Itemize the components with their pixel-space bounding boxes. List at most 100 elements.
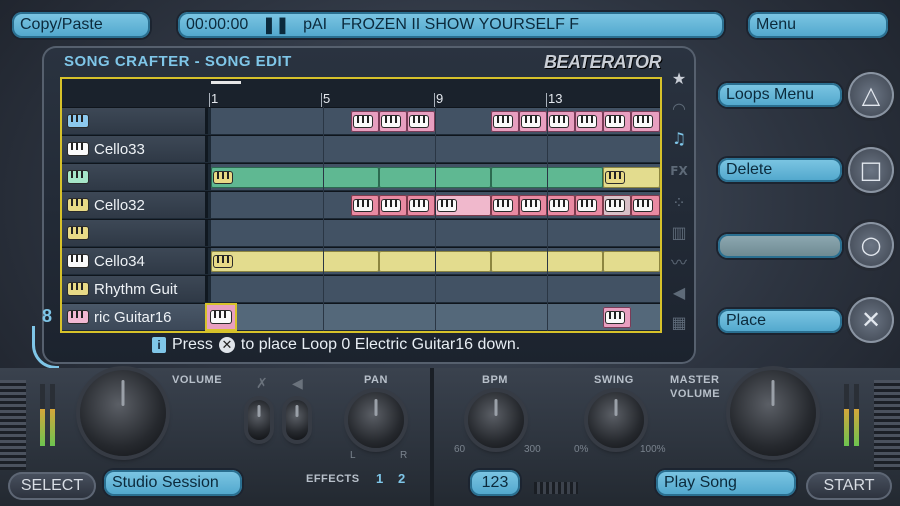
track-label[interactable]: Cello34: [62, 248, 208, 274]
circle-action-button[interactable]: [718, 234, 842, 258]
loop-clip[interactable]: [603, 167, 660, 188]
loop-clip[interactable]: [575, 111, 603, 132]
level-meter: [50, 384, 55, 446]
loop-clip[interactable]: [547, 111, 575, 132]
speaker-icon: ◀: [292, 376, 303, 392]
effect-1[interactable]: 1: [376, 471, 384, 486]
fx-icon[interactable]: FX: [668, 160, 690, 182]
bar-number: 1: [208, 91, 219, 107]
loop-clip[interactable]: [351, 111, 379, 132]
menu-button[interactable]: Menu: [748, 12, 888, 38]
loop-clip[interactable]: [603, 251, 660, 272]
play-song-button[interactable]: Play Song: [656, 470, 796, 496]
loop-clip[interactable]: [407, 195, 435, 216]
place-button[interactable]: Place: [718, 309, 842, 333]
track-label[interactable]: [62, 108, 208, 134]
volume-knob[interactable]: [80, 370, 166, 456]
loop-clip[interactable]: [491, 195, 519, 216]
select-button[interactable]: SELECT: [8, 472, 96, 500]
solo-toggle[interactable]: [286, 400, 308, 440]
track-row[interactable]: [62, 219, 660, 246]
song-name: FROZEN II SHOW YOURSELF F: [341, 16, 580, 33]
track-row[interactable]: [62, 163, 660, 190]
bpm-knob[interactable]: [468, 392, 524, 448]
track-label[interactable]: Rhythm Guit: [62, 276, 208, 302]
loop-clip[interactable]: [519, 195, 547, 216]
track-page-number: 8: [42, 306, 53, 326]
bar-ruler[interactable]: 1 5 9 13: [62, 79, 660, 107]
keyboard-icon: [68, 199, 88, 211]
effect-2[interactable]: 2: [398, 471, 406, 486]
song-grid[interactable]: 1 5 9 13 Cello33 Cello32 Cello34 Rhythm …: [60, 77, 662, 333]
track-row[interactable]: [62, 107, 660, 134]
bar-divider: [435, 107, 436, 331]
loop-clip[interactable]: [211, 167, 379, 188]
track-row[interactable]: Cello32: [62, 191, 660, 218]
loop-clip[interactable]: [631, 195, 660, 216]
loop-clip[interactable]: [603, 195, 631, 216]
start-button[interactable]: START: [806, 472, 892, 500]
loop-clip[interactable]: [547, 195, 575, 216]
waveform-icon[interactable]: 〰: [668, 252, 690, 274]
keyboard-icon: [382, 200, 400, 211]
bar-divider: [547, 107, 548, 331]
delete-button[interactable]: Delete: [718, 158, 842, 182]
loops-menu-button[interactable]: Loops Menu: [718, 83, 842, 107]
keyboard-icon: [68, 143, 88, 155]
loop-clip[interactable]: [351, 195, 379, 216]
pan-left-label: L: [350, 450, 356, 461]
track-row[interactable]: Cello34: [62, 247, 660, 274]
bpm-max-label: 300: [524, 444, 541, 455]
swing-knob[interactable]: [588, 392, 644, 448]
square-button-icon[interactable]: □: [848, 147, 894, 193]
loop-clip[interactable]: [211, 251, 379, 272]
bar-number: 13: [545, 91, 563, 107]
star-icon[interactable]: ★: [668, 68, 690, 90]
loop-clip[interactable]: [631, 111, 660, 132]
loop-clip[interactable]: [379, 111, 407, 132]
loop-clip[interactable]: [575, 195, 603, 216]
track-row[interactable]: Rhythm Guit: [62, 275, 660, 302]
studio-session-button[interactable]: Studio Session: [104, 470, 242, 496]
cross-button-icon[interactable]: ✕: [848, 297, 894, 343]
bpm-label: BPM: [482, 374, 508, 386]
loop-clip[interactable]: [519, 111, 547, 132]
copy-paste-button[interactable]: Copy/Paste: [12, 12, 150, 38]
loop-clip[interactable]: [603, 111, 631, 132]
pause-icon: ❚❚: [262, 17, 290, 34]
master-volume-knob[interactable]: [730, 370, 816, 456]
info-icon: i: [152, 337, 166, 353]
mute-toggle[interactable]: [248, 400, 270, 440]
track-row-selected[interactable]: ric Guitar16: [62, 303, 660, 331]
hint-text: to place Loop 0 Electric Guitar16 down.: [240, 336, 521, 353]
loop-clip[interactable]: [435, 195, 491, 216]
keyboard-icon: [68, 171, 88, 183]
loop-clip[interactable]: [407, 111, 435, 132]
keyboard-mode-icon[interactable]: ▥: [668, 222, 690, 244]
loop-clip[interactable]: [379, 195, 407, 216]
headphones-icon[interactable]: ◠: [668, 98, 690, 120]
speaker-icon[interactable]: ◀: [668, 282, 690, 304]
loop-cursor[interactable]: [205, 303, 237, 331]
loop-clip[interactable]: [603, 307, 631, 328]
keyboard-icon: [68, 115, 88, 127]
keyboard-icon: [550, 116, 568, 127]
track-label[interactable]: [62, 164, 208, 190]
track-label[interactable]: Cello32: [62, 192, 208, 218]
level-meter: [844, 384, 849, 446]
master-volume-label: MASTER: [670, 374, 720, 386]
panel-title: SONG CRAFTER - SONG EDIT: [64, 53, 292, 70]
grid-icon[interactable]: ▦: [668, 312, 690, 334]
track-row[interactable]: Cello33: [62, 135, 660, 162]
pan-knob[interactable]: [348, 392, 404, 448]
triangle-button-icon[interactable]: △: [848, 72, 894, 118]
keyboard-icon: [494, 200, 512, 211]
music-note-icon[interactable]: ♫: [668, 128, 690, 150]
dots-icon[interactable]: ⁘: [668, 192, 690, 214]
circle-button-icon[interactable]: ○: [848, 222, 894, 268]
track-label[interactable]: ric Guitar16: [62, 304, 208, 330]
track-label[interactable]: [62, 220, 208, 246]
keyboard-icon: [550, 200, 568, 211]
loop-clip[interactable]: [491, 111, 519, 132]
track-label[interactable]: Cello33: [62, 136, 208, 162]
